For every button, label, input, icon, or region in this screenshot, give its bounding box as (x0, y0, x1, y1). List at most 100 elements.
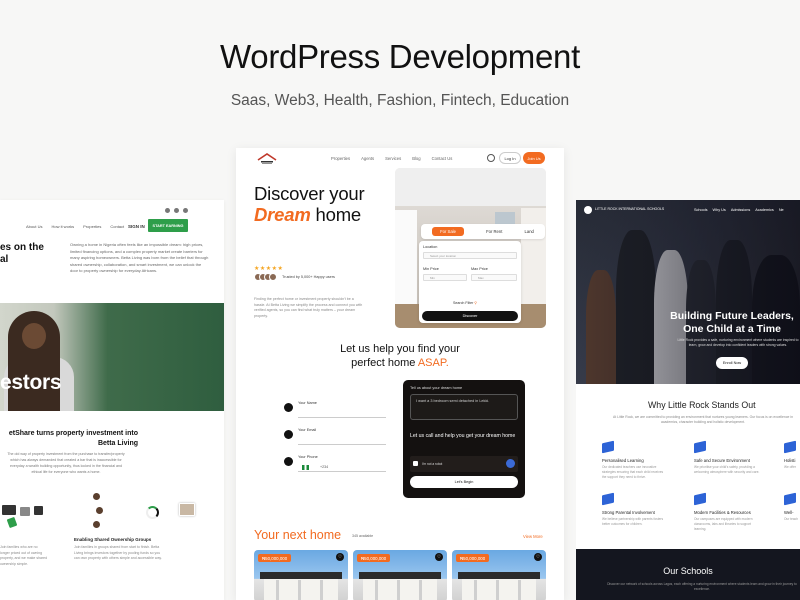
nav-link[interactable]: Properties (331, 156, 350, 161)
field-label: Your Email (298, 428, 317, 432)
house-column (518, 580, 521, 600)
left-hero-paragraph: Owning a home in Nigeria often feels lik… (70, 242, 209, 273)
user-avatars (254, 273, 277, 281)
betta-living-logo-icon[interactable] (256, 153, 278, 165)
nav-link[interactable]: Ne (779, 208, 784, 212)
our-schools-section: Our Schools Discover our network of scho… (576, 549, 800, 600)
photo-part (395, 168, 546, 206)
feature-item: Strong Parental Involvement We believe p… (602, 492, 668, 527)
investor-photo: estors (0, 303, 224, 411)
heading-line: al (0, 254, 9, 265)
min-price-input[interactable]: Min (423, 274, 467, 281)
right-site-preview[interactable]: LITTLE ROCK INTERNATIONAL SCHOOLS School… (576, 200, 800, 600)
photo-figure (8, 311, 60, 411)
center-nav: Properties Agents Services Blog Contact … (331, 156, 452, 161)
favorite-icon[interactable]: ♡ (435, 553, 443, 561)
help-line: Let us help you find your (340, 343, 460, 355)
nav-link[interactable]: Schools (694, 208, 708, 212)
feature-cube-icon (694, 492, 706, 506)
house-roof (260, 572, 342, 579)
email-input[interactable] (298, 439, 386, 445)
dream-word: Dream (254, 204, 311, 225)
facebook-icon[interactable] (165, 208, 170, 213)
nav-link[interactable]: Academics (755, 208, 774, 212)
listing-card[interactable]: ₦50,000,000 ♡ (452, 550, 546, 600)
linkedin-icon[interactable] (183, 208, 188, 213)
why-title: Why Little Rock Stands Out (648, 400, 756, 410)
start-earning-button[interactable]: START EARNING (148, 219, 188, 232)
feature-item: Holisti We offer (784, 440, 800, 470)
mail-icon (284, 430, 293, 439)
lets-begin-button[interactable]: Let's Begin (410, 476, 518, 488)
left-site-preview[interactable]: About Us How it works Properties Contact… (0, 200, 224, 600)
heading-line: es on the (0, 242, 44, 253)
floating-image (6, 516, 18, 529)
section-body: The old way of property investment from … (7, 452, 125, 474)
join-button[interactable]: Join Us (523, 152, 545, 164)
x-icon[interactable] (174, 208, 179, 213)
field-label: Your Name (298, 401, 317, 405)
phone-input[interactable] (298, 466, 386, 472)
dream-home-textarea[interactable]: I want a 3 bedroom semi detached in Lekk… (410, 394, 518, 420)
filter-link[interactable]: Search Filter ⚲ (453, 301, 477, 305)
favorite-icon[interactable]: ♡ (336, 553, 344, 561)
nav-link[interactable]: Agents (361, 156, 374, 161)
nav-link[interactable]: Contact (110, 224, 124, 229)
feature-cube-icon (602, 440, 614, 454)
school-logo-icon[interactable] (584, 206, 592, 214)
nav-link[interactable]: How it works (51, 224, 74, 229)
listings-title: Your next home (254, 528, 342, 542)
center-site-preview[interactable]: Properties Agents Services Blog Contact … (236, 148, 564, 600)
feature-title: Well- (784, 510, 794, 515)
listing-card[interactable]: ₦50,000,000 ♡ (353, 550, 447, 600)
help-heading: Let us help you find your perfect home A… (236, 342, 564, 370)
search-icon[interactable] (487, 154, 495, 162)
floating-image (20, 507, 30, 516)
tab-for-rent[interactable]: For Rent (486, 229, 502, 234)
location-input[interactable]: Select your location (423, 252, 517, 259)
nav-link[interactable]: Blog (412, 156, 420, 161)
house-column (276, 580, 279, 600)
feature-title: Personalised Learning (602, 458, 644, 463)
feature-title: Modern Facilities & Resources (694, 510, 751, 515)
left-hero-heading: es on the al (0, 242, 60, 266)
feature-cube-icon (602, 492, 614, 506)
house-column (375, 580, 378, 600)
max-price-input[interactable]: Max (471, 274, 517, 281)
nav-link[interactable]: About Us (26, 224, 42, 229)
name-input[interactable] (298, 412, 386, 418)
feature-item: Modern Facilities & Resources Our campus… (694, 492, 760, 531)
group-title: Enabling Shared Ownership Groups (74, 537, 152, 542)
field-label: Your Phone (298, 455, 318, 459)
tab-for-sale[interactable]: For Sale (432, 227, 464, 236)
help-text: perfect home (351, 357, 418, 369)
listing-card[interactable]: ₦50,000,000 ♡ (254, 550, 348, 600)
why-subtitle: At Little Rock, we are committed to prov… (613, 415, 793, 424)
view-more-link[interactable]: View More (523, 534, 543, 539)
tab-land[interactable]: Land (525, 229, 534, 234)
house-column (496, 580, 499, 600)
feature-title: Holisti (784, 458, 796, 463)
captcha-checkbox[interactable] (413, 461, 418, 466)
nav-link[interactable]: Why Us (713, 208, 726, 212)
school-hero-subtitle: Little Rock provides a safe, nurturing e… (677, 338, 799, 347)
min-price-label: Min Price (423, 267, 439, 271)
discover-button[interactable]: Discover (422, 311, 518, 321)
asap-word: ASAP. (417, 357, 449, 369)
price-badge: ₦50,000,000 (456, 554, 490, 562)
feature-item: Safe and Secure Environment We prioritis… (694, 440, 760, 475)
recaptcha-icon (506, 459, 515, 468)
nav-link[interactable]: Services (385, 156, 401, 161)
login-button[interactable]: Log In (499, 152, 521, 164)
avatar (269, 273, 277, 281)
nigeria-flag-icon[interactable] (302, 465, 309, 470)
dream-home-form: Tell us about your dream home I want a 3… (403, 380, 525, 498)
sign-in-link[interactable]: SIGN IN (128, 224, 145, 229)
favorite-icon[interactable]: ♡ (534, 553, 542, 561)
house-column (419, 580, 422, 600)
enroll-now-button[interactable]: Enroll Now (716, 357, 748, 369)
feature-cube-icon (694, 440, 706, 454)
nav-link[interactable]: Properties (83, 224, 101, 229)
nav-link[interactable]: Contact Us (432, 156, 453, 161)
nav-link[interactable]: Admissions (731, 208, 750, 212)
